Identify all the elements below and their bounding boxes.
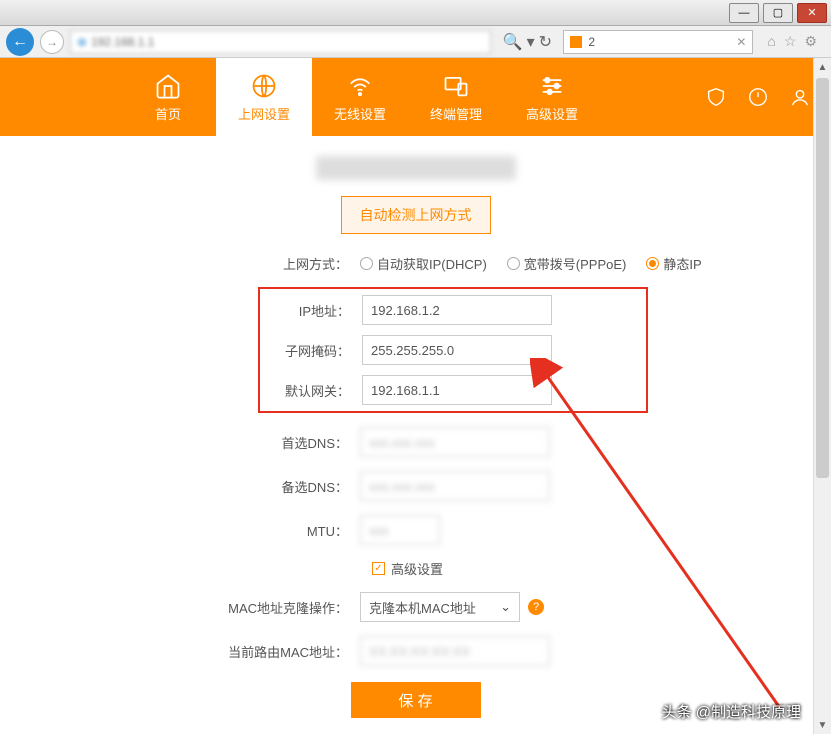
tab-close-icon[interactable]: ✕ xyxy=(736,35,746,49)
chevron-down-icon: ⌄ xyxy=(500,599,511,615)
mask-input[interactable] xyxy=(362,335,552,365)
close-button[interactable]: ✕ xyxy=(797,3,827,23)
address-bar[interactable]: ⊕ 192.168.1.1 xyxy=(70,30,491,54)
dns2-input[interactable] xyxy=(360,471,550,501)
scroll-up-icon[interactable]: ▲ xyxy=(814,58,831,76)
minimize-button[interactable]: — xyxy=(729,3,759,23)
browser-toolbar: ← → ⊕ 192.168.1.1 🔍▾↻ 2 ✕ ⌂ ☆ ⚙ xyxy=(0,26,831,58)
current-mac-input[interactable] xyxy=(360,636,550,666)
dns1-input[interactable] xyxy=(360,427,550,457)
gateway-input[interactable] xyxy=(362,375,552,405)
watermark: 头条 @制造科技原理 xyxy=(662,701,801,722)
auto-detect-button[interactable]: 自动检测上网方式 xyxy=(341,196,491,234)
address-text: 192.168.1.1 xyxy=(91,35,154,49)
radio-dhcp[interactable]: 自动获取IP(DHCP) xyxy=(360,254,487,273)
refresh-controls[interactable]: 🔍▾↻ xyxy=(497,32,557,52)
maximize-button[interactable]: ▢ xyxy=(763,3,793,23)
tab-label: 2 xyxy=(588,35,595,49)
mask-label: 子网掩码： xyxy=(270,341,362,360)
mtu-label: MTU： xyxy=(40,521,360,540)
radio-static[interactable]: 静态IP xyxy=(646,254,701,273)
current-mac-label: 当前路由MAC地址： xyxy=(40,642,360,661)
browser-tab[interactable]: 2 ✕ xyxy=(563,30,753,54)
save-button[interactable]: 保 存 xyxy=(351,682,481,718)
ip-label: IP地址： xyxy=(270,301,362,320)
sliders-icon xyxy=(538,72,566,100)
radio-pppoe[interactable]: 宽带拨号(PPPoE) xyxy=(507,254,627,273)
gateway-label: 默认网关： xyxy=(270,381,362,400)
nav-advanced[interactable]: 高级设置 xyxy=(504,58,600,136)
window-titlebar: — ▢ ✕ xyxy=(0,0,831,26)
dns2-label: 备选DNS： xyxy=(40,477,360,496)
user-icon[interactable] xyxy=(789,86,811,108)
scroll-thumb[interactable] xyxy=(816,78,829,478)
main-nav: 首页 上网设置 无线设置 终端管理 高级设置 xyxy=(0,58,831,136)
page-title-blurred xyxy=(316,156,516,180)
back-button[interactable]: ← xyxy=(6,28,34,56)
favicon xyxy=(570,36,582,48)
gear-icon[interactable]: ⚙ xyxy=(804,33,817,50)
scrollbar[interactable]: ▲ ▼ xyxy=(813,58,831,734)
ip-input[interactable] xyxy=(362,295,552,325)
nav-internet-settings[interactable]: 上网设置 xyxy=(216,58,312,136)
help-icon[interactable]: ? xyxy=(528,599,544,615)
forward-button[interactable]: → xyxy=(40,30,64,54)
star-icon[interactable]: ☆ xyxy=(784,33,797,50)
power-icon[interactable] xyxy=(747,86,769,108)
nav-home[interactable]: 首页 xyxy=(120,58,216,136)
home-icon xyxy=(154,72,182,100)
nav-terminal[interactable]: 终端管理 xyxy=(408,58,504,136)
mac-clone-label: MAC地址克隆操作： xyxy=(40,598,360,617)
scroll-down-icon[interactable]: ▼ xyxy=(814,716,831,734)
advanced-checkbox[interactable]: ✓ 高级设置 xyxy=(372,559,791,578)
mac-clone-select[interactable]: 克隆本机MAC地址 ⌄ xyxy=(360,592,520,622)
wifi-icon xyxy=(346,72,374,100)
shield-icon: ⊕ xyxy=(77,35,87,49)
method-label: 上网方式： xyxy=(40,254,360,273)
nav-wireless[interactable]: 无线设置 xyxy=(312,58,408,136)
globe-icon xyxy=(250,72,278,100)
mtu-input[interactable] xyxy=(360,515,440,545)
devices-icon xyxy=(442,72,470,100)
shield-icon[interactable] xyxy=(705,86,727,108)
home-icon[interactable]: ⌂ xyxy=(767,33,775,50)
highlight-box: IP地址： 子网掩码： 默认网关： xyxy=(258,287,648,413)
dns1-label: 首选DNS： xyxy=(40,433,360,452)
